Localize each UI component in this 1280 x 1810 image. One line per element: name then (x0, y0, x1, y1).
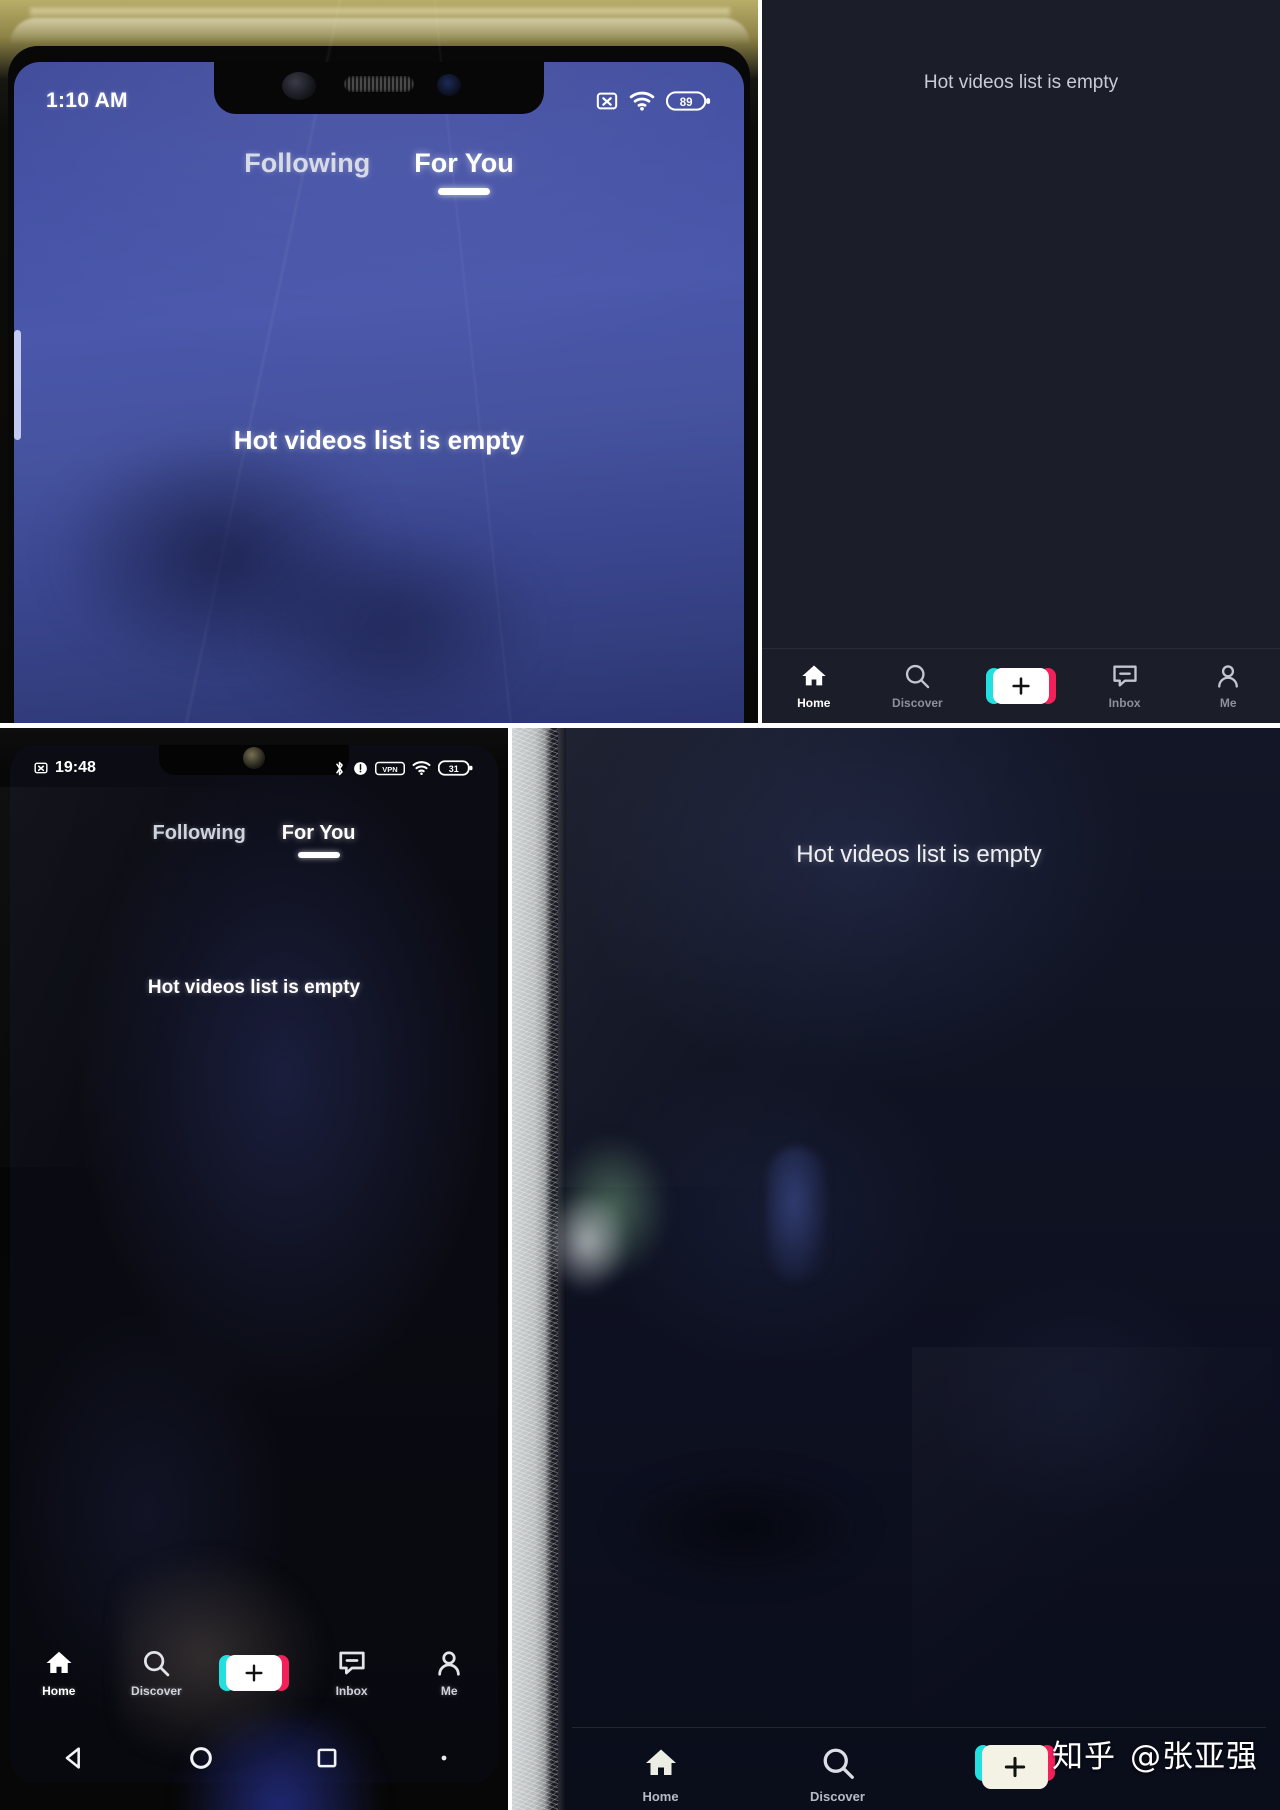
status-bar: 19:48 VPN 31 (10, 755, 498, 781)
search-icon (903, 662, 931, 690)
battery-level-text: 89 (680, 97, 693, 109)
panel-divider-vertical-bottom (508, 727, 512, 1810)
nav-divider (572, 1727, 1266, 1728)
nav-item-discover[interactable]: Discover (108, 1648, 206, 1698)
panel-bottom-right: Hot videos list is empty Home Discover (512, 727, 1280, 1810)
recents-icon[interactable] (314, 1745, 340, 1771)
plus-glyph (225, 1655, 282, 1691)
x-box-icon (596, 90, 618, 112)
battery-level-text: 31 (449, 764, 459, 774)
panel-divider-vertical-top (758, 0, 762, 727)
nav-label-home: Home (42, 1684, 76, 1698)
svg-text:VPN: VPN (382, 764, 397, 773)
nav-item-create[interactable] (205, 1655, 303, 1691)
plus-icon[interactable] (974, 1745, 1055, 1789)
search-icon (820, 1745, 856, 1781)
watermark: 知乎 @张亚强 (1052, 1731, 1258, 1776)
watermark-site: 知乎 (1052, 1739, 1116, 1775)
x-box-icon (34, 761, 48, 775)
feed-tabs: Following For You (0, 822, 508, 858)
panel-top-right: Hot videos list is empty Home Discover I… (762, 0, 1280, 723)
nav-item-home[interactable]: Home (10, 1648, 108, 1698)
nav-label-inbox: Inbox (335, 1684, 368, 1698)
panel-divider-horizontal (0, 723, 1280, 728)
person-icon (434, 1648, 464, 1678)
tab-following[interactable]: Following (152, 822, 245, 845)
panel-bottom-left: 19:48 VPN 31 Following For You Hot video… (0, 727, 508, 1810)
active-tab-underline (437, 188, 490, 195)
nav-label-home: Home (642, 1789, 679, 1804)
empty-state-message: Hot videos list is empty (796, 841, 1042, 868)
home-circle-icon[interactable] (187, 1744, 215, 1772)
nav-item-discover[interactable]: Discover (749, 1745, 926, 1804)
status-bar: 1:10 AM 89 (14, 84, 744, 118)
screen-glare (912, 1347, 1272, 1767)
tab-following[interactable]: Following (244, 148, 370, 179)
screen-shadow (612, 1467, 872, 1587)
nav-item-me[interactable]: Me (400, 1648, 498, 1698)
panel-top-left: 1:10 AM 89 Following For You Hot videos … (0, 0, 758, 723)
nav-item-discover[interactable]: Discover (866, 662, 970, 710)
bottom-navigation-bar: Home Discover (762, 648, 1280, 723)
nav-item-home[interactable]: Home (762, 662, 866, 710)
tab-for-you-label: For You (414, 148, 514, 178)
nav-label-discover: Discover (810, 1789, 865, 1804)
nav-item-me[interactable]: Me (1176, 662, 1280, 710)
empty-state-message: Hot videos list is empty (923, 72, 1119, 93)
status-bar-time-group: 19:48 (34, 759, 96, 777)
home-icon (800, 662, 828, 690)
plus-glyph (992, 668, 1049, 704)
nav-label-discover: Discover (892, 696, 943, 710)
nav-item-inbox[interactable]: Inbox (303, 1648, 401, 1698)
screen-smudge (240, 520, 540, 723)
home-icon (643, 1745, 679, 1781)
android-navigation-bar (10, 1728, 498, 1788)
nav-dot-icon (439, 1753, 449, 1763)
empty-state-message: Hot videos list is empty (147, 977, 361, 998)
screen-reflection (542, 1187, 632, 1297)
nav-label-me: Me (440, 1684, 458, 1698)
tab-for-you[interactable]: For You (281, 822, 356, 858)
status-bar-time: 19:48 (55, 759, 96, 776)
search-icon (141, 1648, 171, 1678)
bottom-navigation-bar: Home Discover (10, 1634, 498, 1712)
tab-for-you[interactable]: For You (414, 148, 514, 195)
nav-label-discover: Discover (131, 1684, 182, 1698)
plus-icon[interactable] (985, 668, 1056, 704)
plus-glyph (981, 1745, 1048, 1789)
nav-item-home[interactable]: Home (572, 1745, 749, 1804)
nav-item-create[interactable] (969, 668, 1073, 704)
status-bar-icons: 89 (596, 89, 712, 113)
do-not-disturb-icon (353, 761, 368, 776)
home-icon (44, 1648, 74, 1678)
bluetooth-icon (333, 760, 346, 777)
screen-glare (558, 727, 1280, 1187)
watermark-handle: @张亚强 (1130, 1739, 1258, 1775)
plus-icon[interactable] (218, 1655, 289, 1691)
tab-for-you-label: For You (281, 822, 356, 844)
battery-icon: 31 (438, 759, 474, 777)
nav-label-inbox: Inbox (1108, 696, 1141, 710)
nav-label-me: Me (1219, 696, 1237, 710)
wifi-icon (629, 90, 655, 112)
status-bar-time: 1:10 AM (46, 89, 128, 112)
battery-icon: 89 (666, 89, 712, 113)
feed-tabs: Following For You (0, 148, 758, 195)
nav-item-inbox[interactable]: Inbox (1073, 662, 1177, 710)
message-icon (1111, 662, 1139, 690)
message-icon (337, 1648, 367, 1678)
photo-collage: 1:10 AM 89 Following For You Hot videos … (0, 0, 1280, 1810)
person-icon (1214, 662, 1242, 690)
empty-state-message: Hot videos list is empty (233, 425, 525, 455)
screen-edge-indicator (14, 330, 21, 440)
status-bar-icons: VPN 31 (333, 759, 474, 777)
vpn-icon: VPN (375, 761, 405, 776)
active-tab-underline (297, 852, 340, 858)
nav-label-home: Home (797, 696, 831, 710)
back-icon[interactable] (60, 1744, 88, 1772)
wifi-icon (412, 760, 431, 776)
